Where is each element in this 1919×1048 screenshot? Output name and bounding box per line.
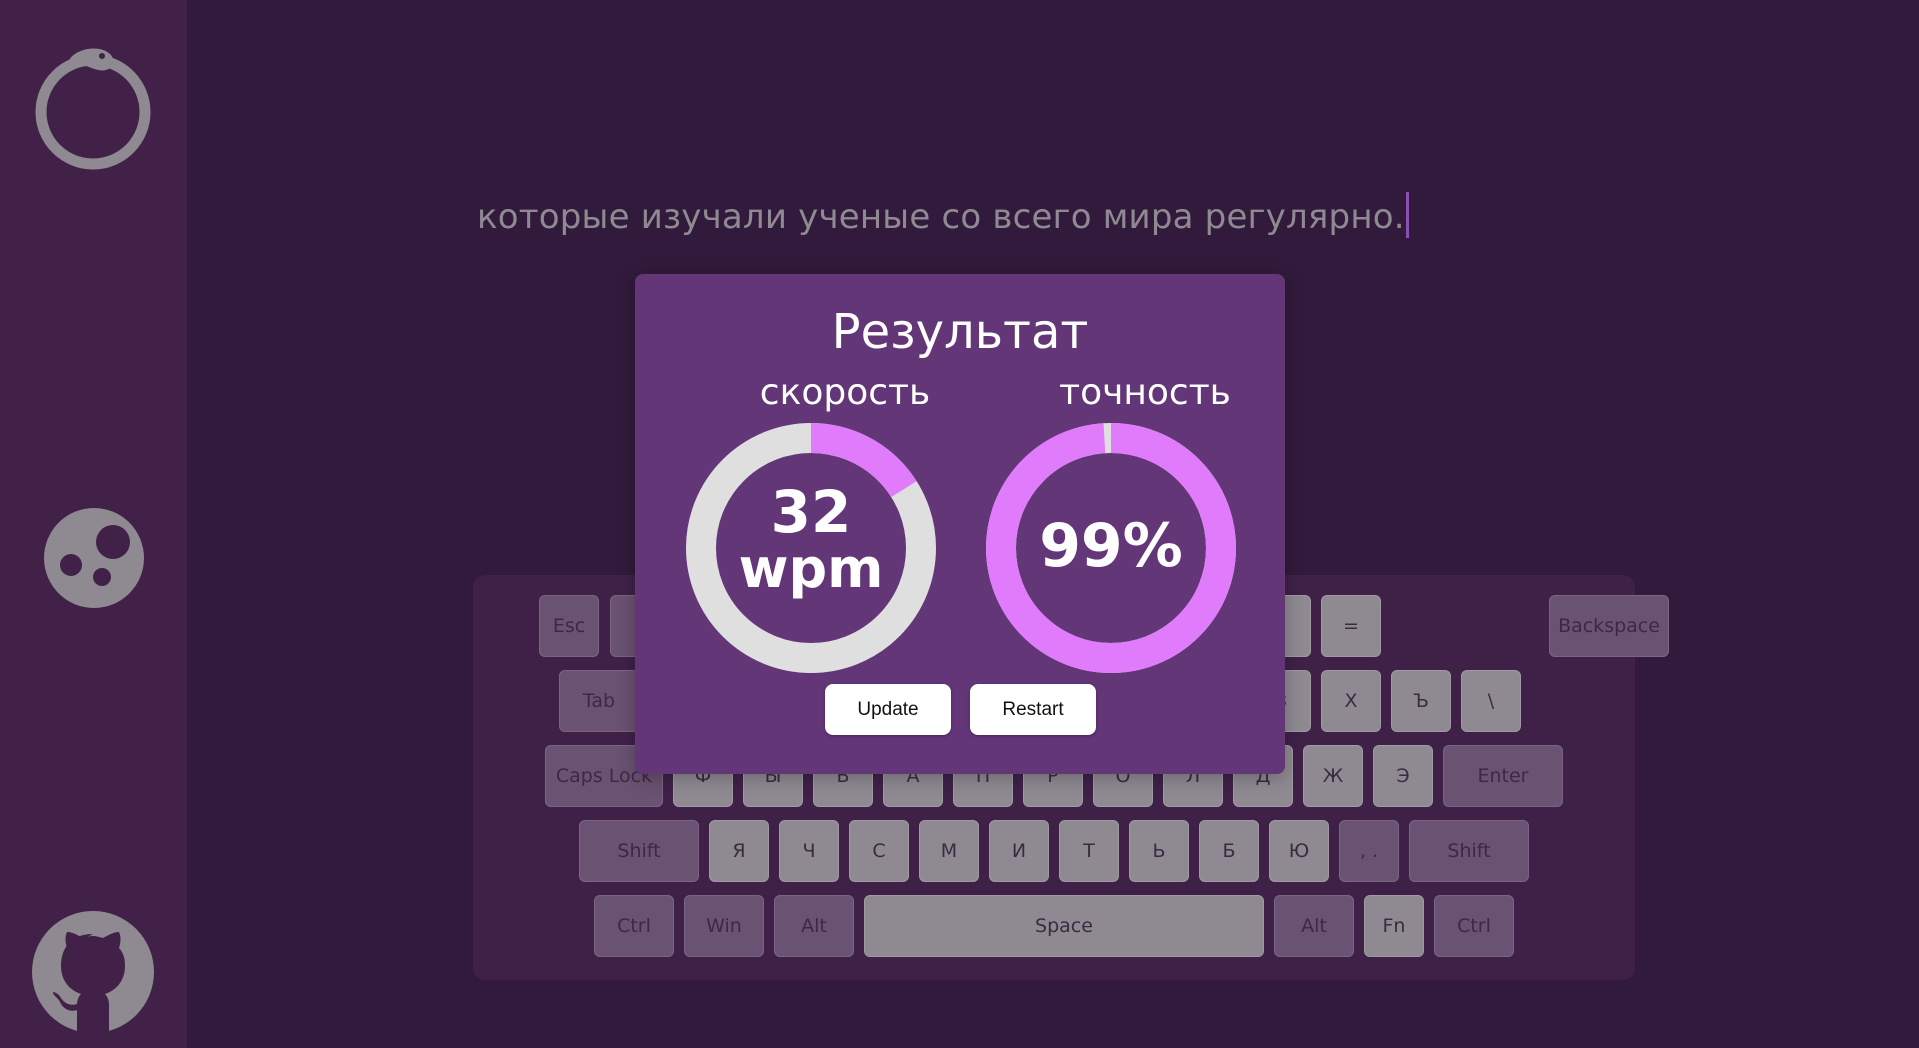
key-zhe[interactable]: Ж [1303,745,1363,807]
key-alt-right[interactable]: Alt [1274,895,1354,957]
result-title: Результат [831,304,1089,360]
key-es[interactable]: С [849,820,909,882]
typing-text: которые изучали ученые со всего мира рег… [477,192,1409,238]
speed-gauge: 32 wpm [685,422,937,674]
update-button[interactable]: Update [825,684,951,735]
key-shift-right[interactable]: Shift [1409,820,1529,882]
key-hard-sign[interactable]: Ъ [1391,670,1451,732]
key-yu[interactable]: Ю [1269,820,1329,882]
key-i[interactable]: И [989,820,1049,882]
key-te[interactable]: Т [1059,820,1119,882]
key-punctuation[interactable]: , . [1339,820,1399,882]
key-esc[interactable]: Esc [539,595,599,657]
key-ctrl-right[interactable]: Ctrl [1434,895,1514,957]
key-e-reversed[interactable]: Э [1373,745,1433,807]
key-ya[interactable]: Я [709,820,769,882]
ouroboros-logo-icon[interactable] [30,40,157,173]
key-em[interactable]: М [919,820,979,882]
key-win[interactable]: Win [684,895,764,957]
key-backslash[interactable]: \ [1461,670,1521,732]
speed-value: 32 [770,478,852,546]
theme-palette-icon[interactable] [43,507,145,609]
key-backspace[interactable]: Backspace [1549,595,1669,657]
key-alt-left[interactable]: Alt [774,895,854,957]
accuracy-value: 99% [1039,511,1183,581]
key-space[interactable]: Space [864,895,1264,957]
key-fn[interactable]: Fn [1364,895,1424,957]
accuracy-label: точность [1059,372,1231,413]
sidebar [0,0,187,1048]
key-kha[interactable]: Х [1321,670,1381,732]
key-soft-sign[interactable]: Ь [1129,820,1189,882]
github-icon[interactable] [31,910,155,1034]
text-caret [1405,192,1409,238]
accuracy-gauge: 99% [985,422,1237,674]
key-equals[interactable]: = [1321,595,1381,657]
restart-button[interactable]: Restart [970,684,1096,735]
key-tab[interactable]: Tab [559,670,639,732]
key-shift-left[interactable]: Shift [579,820,699,882]
speed-unit: wpm [738,537,884,600]
typing-text-content: которые изучали ученые со всего мира рег… [477,197,1405,237]
key-enter[interactable]: Enter [1443,745,1563,807]
key-be[interactable]: Б [1199,820,1259,882]
speed-label: скорость [759,372,931,413]
key-che[interactable]: Ч [779,820,839,882]
result-modal: Результат скорость точность 32 wpm 99% U… [635,274,1285,774]
key-ctrl-left[interactable]: Ctrl [594,895,674,957]
